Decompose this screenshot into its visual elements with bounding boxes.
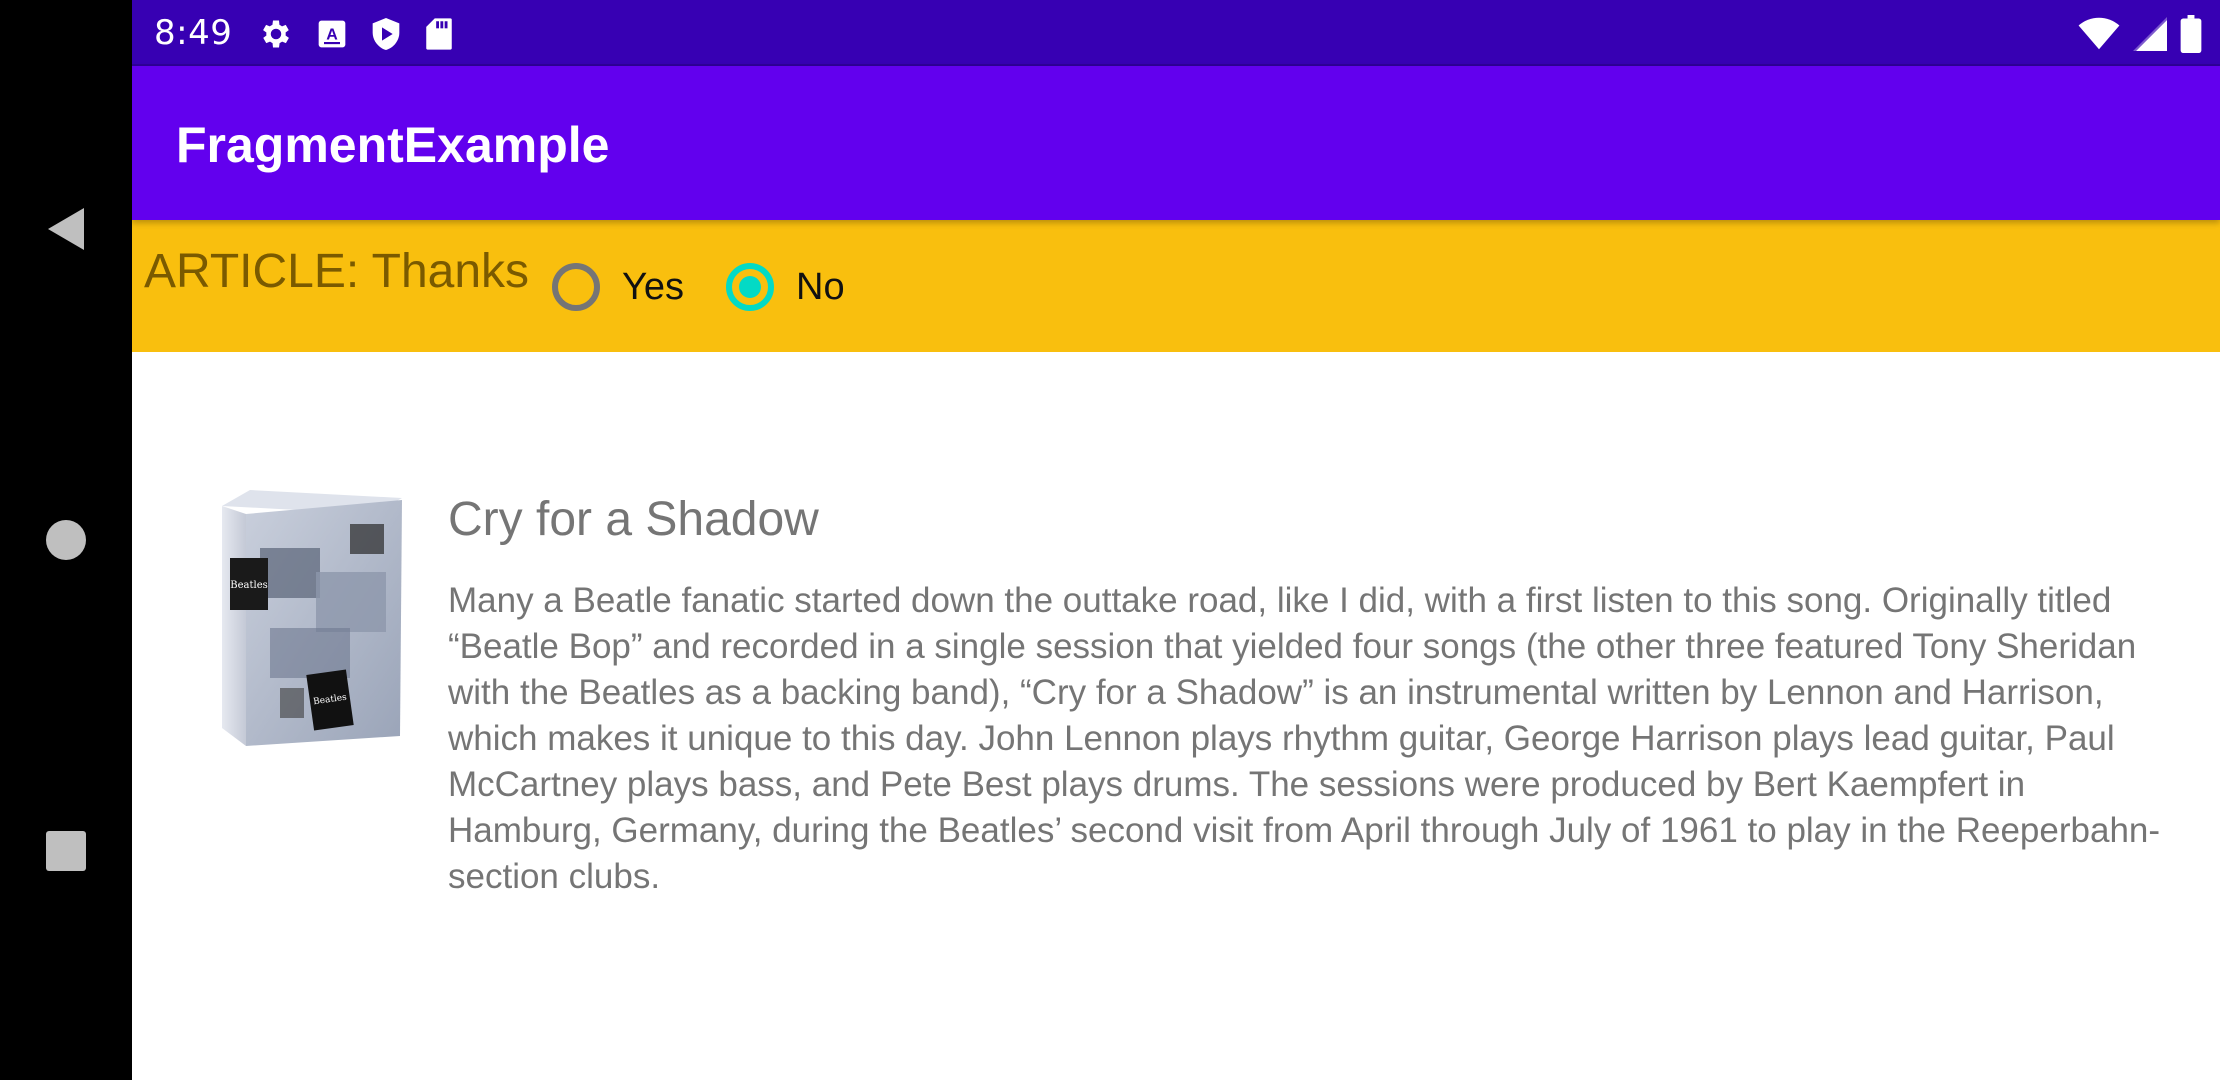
notification-icons: A [258, 14, 454, 54]
svg-text:A: A [326, 26, 338, 43]
article-body: Many a Beatle fanatic started down the o… [448, 581, 2161, 896]
wifi-icon [2078, 17, 2120, 50]
sd-card-icon [426, 18, 452, 50]
radio-no-label: No [796, 265, 845, 308]
recents-icon [46, 831, 86, 871]
back-icon [48, 208, 84, 250]
app-title: FragmentExample [176, 117, 610, 173]
radio-yes[interactable]: Yes [552, 256, 684, 318]
status-bar: 8:49 A [132, 0, 2220, 66]
system-navigation-bar [0, 0, 132, 1080]
status-time: 8:49 [154, 13, 233, 53]
article-label: ARTICLE: Thanks [144, 245, 530, 298]
recents-button[interactable] [0, 796, 132, 906]
back-button[interactable] [0, 174, 132, 284]
svg-text:Beatles: Beatles [230, 580, 268, 591]
album-box-set-image: Beatles Beatles [222, 490, 402, 746]
radio-unchecked-icon[interactable] [552, 263, 600, 311]
radio-no[interactable]: No [726, 256, 845, 318]
signal-icon [2133, 17, 2167, 51]
app-bar: FragmentExample [132, 66, 2220, 220]
home-button[interactable] [0, 485, 132, 595]
radio-yes-label: Yes [622, 265, 684, 308]
article-title: Cry for a Shadow [448, 493, 819, 546]
fragment-container: ARTICLE: Thanks Yes No [132, 220, 2220, 352]
radio-checked-icon[interactable] [726, 263, 774, 311]
system-status-icons [2078, 14, 2202, 54]
font-a-icon: A [318, 20, 346, 48]
gear-icon [263, 20, 289, 48]
shield-play-icon [372, 18, 400, 50]
device-screen: 8:49 A FragmentExample ARTICLE: Thanks Y… [0, 0, 2220, 1080]
home-icon [46, 520, 86, 560]
battery-icon [2180, 15, 2202, 53]
